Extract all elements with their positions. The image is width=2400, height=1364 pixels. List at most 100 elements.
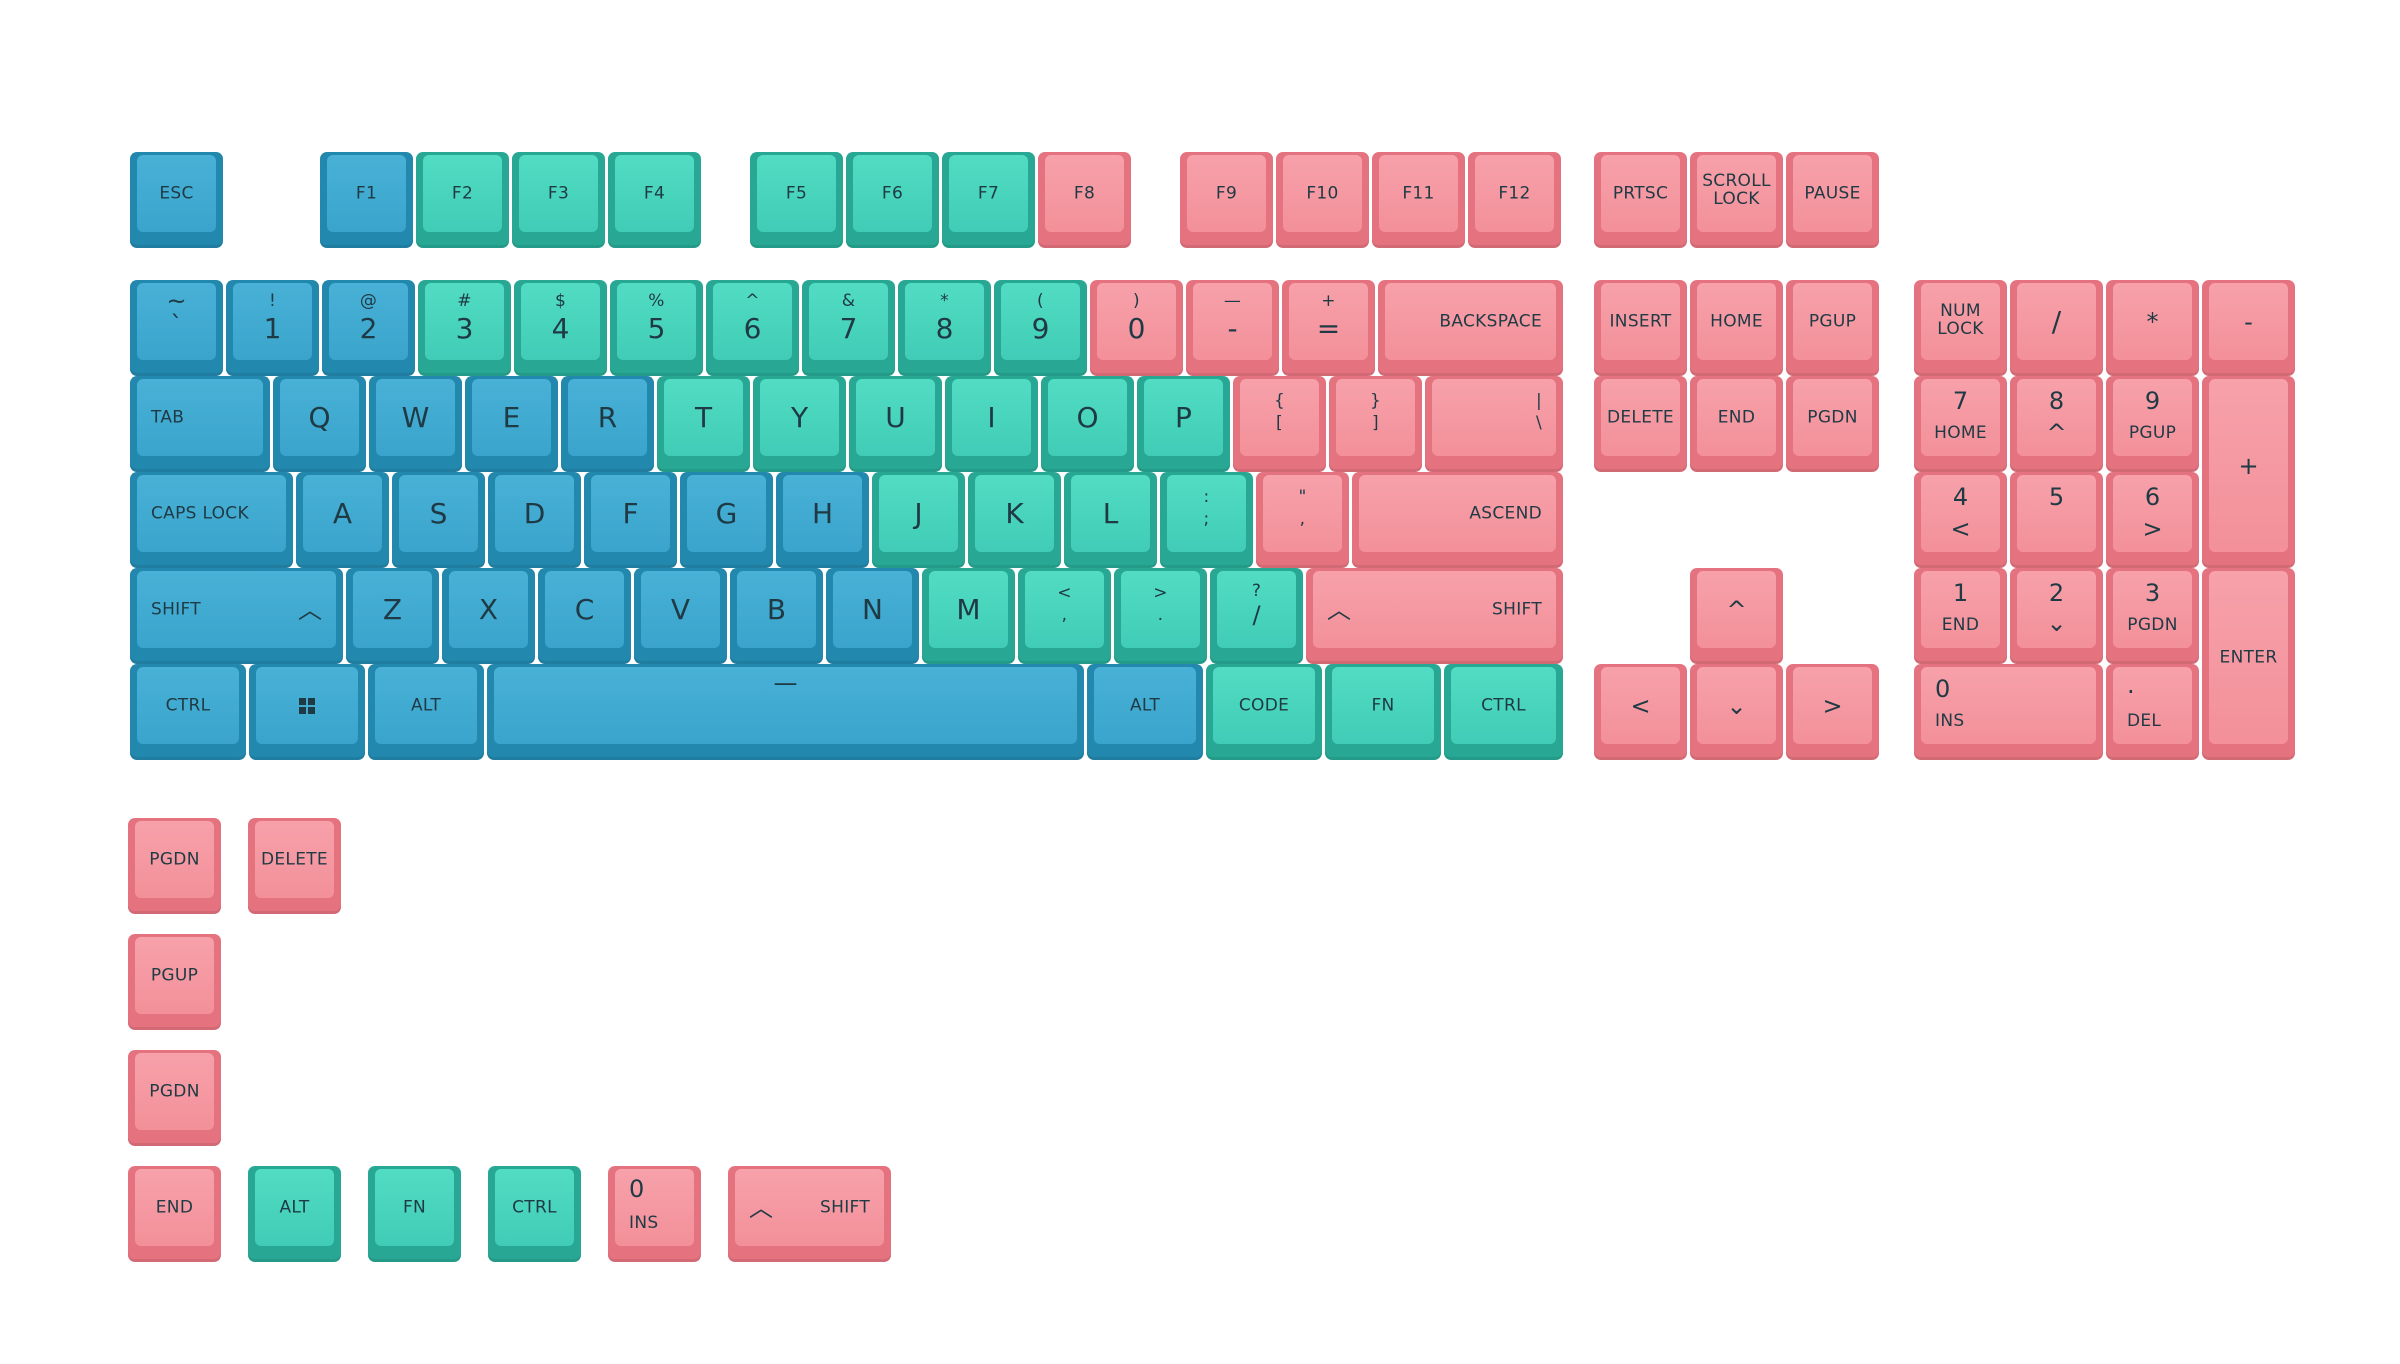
key-b: B (730, 568, 823, 664)
key-label: BACKSPACE (1439, 311, 1542, 331)
key-sub-label: > (2142, 515, 2163, 543)
key-period: > . (1114, 568, 1207, 664)
key-label: 9 (1031, 312, 1050, 345)
key-label: 6 (2144, 483, 2161, 511)
key-label: PGDN (149, 1081, 200, 1101)
key-label: 5 (647, 312, 666, 345)
key-label: V (670, 592, 691, 626)
key-label: ALT (1129, 695, 1161, 715)
key-label: LOCK (1713, 189, 1760, 209)
key-label: ] (1372, 413, 1379, 433)
key-1: ! 1 (226, 280, 319, 376)
key-prtsc: PRTSC (1594, 152, 1687, 248)
key-numpad-3: 3 PGDN (2106, 568, 2199, 664)
key-label: 0 (1935, 675, 1951, 703)
key-shift-label: < (1057, 583, 1072, 603)
key-label: FN (1371, 695, 1395, 715)
key-backspace: BACKSPACE (1378, 280, 1563, 376)
key-label: F6 (881, 183, 904, 203)
key-sub-label: PGUP (2128, 423, 2177, 443)
key-n: N (826, 568, 919, 664)
key-label: SHIFT (1492, 599, 1542, 619)
key-label: W (401, 400, 430, 434)
key-label: HOME (1710, 311, 1763, 331)
key-sub-label: INS (1935, 711, 1965, 731)
key-numpad-8: 8 ^ (2010, 376, 2103, 472)
key-label: 7 (1952, 387, 1969, 415)
key-shift-label: $ (554, 291, 567, 311)
key-shift-label: " (1298, 487, 1307, 507)
key-label: J (914, 496, 923, 530)
key-numpad-dot: . DEL (2106, 664, 2199, 760)
key-label: X (478, 592, 499, 626)
windows-icon (256, 697, 358, 715)
key-label: S (429, 496, 448, 530)
key-quote: " , (1256, 472, 1349, 568)
key-numpad-2: 2 ⌄ (2010, 568, 2103, 664)
key-f2: F2 (416, 152, 509, 248)
key-s: S (392, 472, 485, 568)
key-shift-label: > (1153, 583, 1168, 603)
key-label: ESC (159, 183, 194, 203)
key-4: $ 4 (514, 280, 607, 376)
key-home: HOME (1690, 280, 1783, 376)
arrow-up-icon: ^ (1726, 595, 1747, 624)
key-label: PGUP (1808, 311, 1857, 331)
key-left-shift: SHIFT ︿ (130, 568, 343, 664)
extra-key-numpad-0: 0 INS (608, 1166, 701, 1262)
key-8: * 8 (898, 280, 991, 376)
key-label: ALT (279, 1197, 310, 1217)
key-7: & 7 (802, 280, 895, 376)
key-label: ENTER (2219, 647, 2278, 667)
key-label: PRTSC (1612, 183, 1669, 203)
key-scroll-lock: SCROLL LOCK (1690, 152, 1783, 248)
key-2: @ 2 (322, 280, 415, 376)
key-label: 9 (2144, 387, 2161, 415)
key-sub-label: DEL (2127, 711, 2162, 731)
key-numlock: NUM LOCK (1914, 280, 2007, 376)
key-label: - (2244, 307, 2253, 336)
key-shift-label: | (1535, 391, 1542, 411)
key-shift-label: ^ (745, 291, 760, 311)
key-minus: — - (1186, 280, 1279, 376)
key-j: J (872, 472, 965, 568)
key-numpad-9: 9 PGUP (2106, 376, 2199, 472)
key-right-ctrl: CTRL (1444, 664, 1563, 760)
key-label: G (715, 496, 738, 530)
key-sub-label: END (1941, 615, 1980, 635)
key-label: ASCEND (1469, 503, 1542, 523)
key-3: # 3 (418, 280, 511, 376)
extra-key-pgdn: PGDN (128, 818, 221, 914)
key-label: F12 (1498, 183, 1531, 203)
shift-arrow-icon: ︿ (1327, 595, 1351, 624)
key-label: / (1252, 601, 1261, 629)
key-label: 2 (2048, 579, 2065, 607)
key-arrow-left: < (1594, 664, 1687, 760)
key-label: ; (1203, 509, 1210, 529)
key-numpad-1: 1 END (1914, 568, 2007, 664)
key-0: ) 0 (1090, 280, 1183, 376)
key-label: CODE (1238, 695, 1290, 715)
key-sub-label: < (1950, 515, 1971, 543)
key-code: CODE (1206, 664, 1322, 760)
key-label: NUM (1940, 301, 1981, 321)
key-label: FN (402, 1197, 427, 1217)
key-label: / (2051, 304, 2062, 338)
key-label: \ (1535, 413, 1542, 433)
key-label: T (694, 400, 713, 434)
key-f1: F1 (320, 152, 413, 248)
key-u: U (849, 376, 942, 472)
key-space: — (487, 664, 1084, 760)
key-i: I (945, 376, 1038, 472)
key-shift-label: ? (1251, 581, 1262, 601)
key-m: M (922, 568, 1015, 664)
key-label: F5 (785, 183, 808, 203)
key-label: . (2127, 671, 2135, 699)
key-f4: F4 (608, 152, 701, 248)
key-r: R (561, 376, 654, 472)
key-sub-label: ⌄ (2046, 609, 2067, 637)
key-label: 3 (2144, 579, 2161, 607)
key-label: F2 (451, 183, 474, 203)
key-f10: F10 (1276, 152, 1369, 248)
key-f: F (584, 472, 677, 568)
